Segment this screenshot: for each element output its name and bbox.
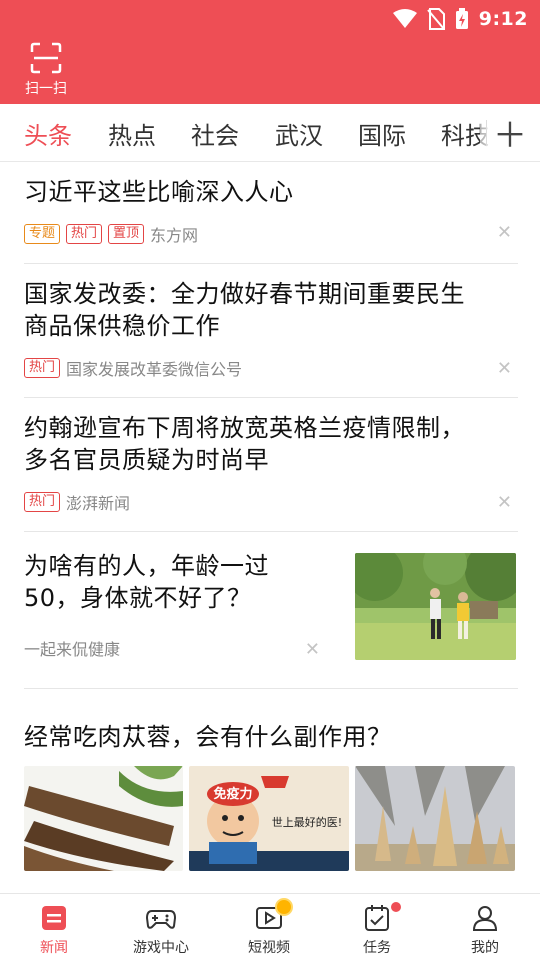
news-item[interactable]: 国家发改委：全力做好春节期间重要民生 商品保供稳价工作 热门 国家发展改革委微信… xyxy=(24,278,518,380)
divider xyxy=(24,531,518,532)
dismiss-icon[interactable]: ✕ xyxy=(305,639,320,660)
nav-game-center[interactable]: 游戏中心 xyxy=(116,902,206,957)
tab-divider xyxy=(486,120,487,146)
bottom-nav: 新闻 游戏中心 短视频 任务 我的 xyxy=(0,893,540,960)
tag-special: 专题 xyxy=(24,224,61,244)
battery-charging-icon xyxy=(455,8,468,29)
nav-profile[interactable]: 我的 xyxy=(440,902,530,957)
dismiss-icon[interactable]: ✕ xyxy=(497,222,512,243)
coin-badge xyxy=(275,898,293,916)
plus-icon: ＋ xyxy=(493,116,527,156)
no-sim-icon xyxy=(426,8,445,30)
news-title-line2: 50，身体就不好了？ xyxy=(24,584,252,612)
nav-news[interactable]: 新闻 xyxy=(9,902,99,957)
news-title: 经常吃肉苁蓉，会有什么副作用？ xyxy=(24,723,392,751)
news-source: 澎湃新闻 xyxy=(66,494,131,513)
news-title: 习近平这些比喻深入人心 xyxy=(24,178,294,206)
dismiss-icon[interactable]: ✕ xyxy=(497,358,512,379)
news-title-line2: 商品保供稳价工作 xyxy=(24,312,220,340)
news-title-line1: 国家发改委：全力做好春节期间重要民生 xyxy=(24,280,465,308)
category-tabs: 头条 热点 社会 武汉 国际 科技 ＋ xyxy=(0,104,540,162)
status-bar: 9:12 xyxy=(392,6,528,32)
news-meta: 专题 热门 置顶 东方网 xyxy=(24,222,518,246)
divider xyxy=(24,397,518,398)
wifi-icon xyxy=(392,9,417,28)
news-meta: 热门 澎湃新闻 xyxy=(24,490,518,514)
status-time: 9:12 xyxy=(478,8,528,30)
add-channel-button[interactable]: ＋ xyxy=(480,104,540,161)
tab-international[interactable]: 国际 xyxy=(358,116,406,151)
news-thumbnail: 免疫力 世上最好的医! xyxy=(189,766,349,871)
news-title-line2: 多名官员质疑为时尚早 xyxy=(24,446,269,474)
tag-hot: 热门 xyxy=(66,224,103,244)
dismiss-icon[interactable]: ✕ xyxy=(497,492,512,513)
news-source: 东方网 xyxy=(150,226,199,245)
profile-icon xyxy=(472,906,498,931)
scan-icon xyxy=(30,42,62,74)
news-thumbnail xyxy=(355,766,515,871)
image-caption-top: 免疫力 xyxy=(213,786,252,802)
news-item[interactable]: 习近平这些比喻深入人心 专题 热门 置顶 东方网 ✕ xyxy=(24,176,518,246)
nav-short-video[interactable]: 短视频 xyxy=(224,898,314,957)
nav-label: 任务 xyxy=(363,940,391,956)
tab-society[interactable]: 社会 xyxy=(191,116,239,151)
news-item[interactable]: 约翰逊宣布下周将放宽英格兰疫情限制， 多名官员质疑为时尚早 热门 澎湃新闻 ✕ xyxy=(24,412,518,514)
tab-hot[interactable]: 热点 xyxy=(108,116,156,151)
app-header: 9:12 扫一扫 xyxy=(0,0,540,104)
news-thumbnail xyxy=(355,553,516,660)
news-meta: 热门 国家发展改革委微信公号 xyxy=(24,356,518,380)
nav-label: 新闻 xyxy=(40,940,68,956)
gamepad-icon xyxy=(145,910,177,929)
news-source: 国家发展改革委微信公号 xyxy=(66,360,243,379)
scan-label: 扫一扫 xyxy=(25,81,67,97)
news-item[interactable]: 经常吃肉苁蓉，会有什么副作用？ xyxy=(24,721,518,753)
nav-label: 游戏中心 xyxy=(133,940,189,956)
nav-tasks[interactable]: 任务 xyxy=(332,902,422,957)
tab-toutiao[interactable]: 头条 xyxy=(24,116,72,151)
image-caption-side: 世上最好的医! xyxy=(272,815,342,829)
news-source: 一起来侃健康 xyxy=(24,640,121,659)
nav-label: 短视频 xyxy=(248,940,290,956)
tag-hot: 热门 xyxy=(24,358,61,378)
divider xyxy=(24,688,518,689)
news-title-line1: 约翰逊宣布下周将放宽英格兰疫情限制， xyxy=(24,414,465,442)
news-title-line1: 为啥有的人，年龄一过 xyxy=(24,552,269,580)
notification-dot xyxy=(391,902,401,912)
tag-pinned: 置顶 xyxy=(108,224,145,244)
nav-label: 我的 xyxy=(471,940,499,956)
news-thumbnail xyxy=(24,766,183,871)
news-item[interactable]: 为啥有的人，年龄一过 50，身体就不好了？ 一起来侃健康 ✕ xyxy=(24,550,518,670)
tab-wuhan[interactable]: 武汉 xyxy=(275,116,323,151)
divider xyxy=(24,263,518,264)
tag-hot: 热门 xyxy=(24,492,61,512)
news-icon xyxy=(42,906,66,930)
scan-button[interactable]: 扫一扫 xyxy=(20,42,72,98)
task-icon xyxy=(365,905,389,931)
